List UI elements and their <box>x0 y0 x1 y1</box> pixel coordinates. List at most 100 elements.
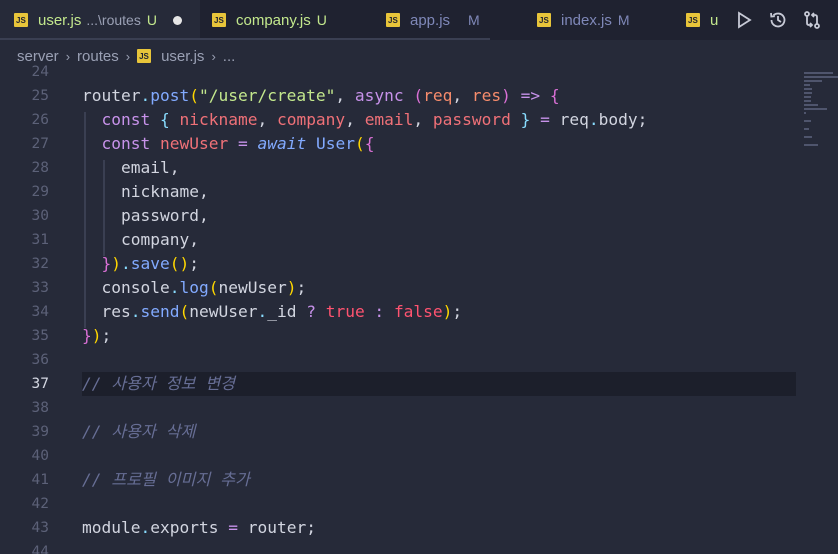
code-line[interactable]: 39 // 사용자 삭제 <box>0 420 838 444</box>
tab-description: ...\routes <box>86 12 141 28</box>
code-text: // 사용자 삭제 <box>82 420 195 444</box>
code-token: nickname, <box>82 182 209 201</box>
line-number: 30 <box>31 208 49 224</box>
code-token: req <box>423 86 453 105</box>
timeline-button[interactable] <box>764 6 792 34</box>
code-text: res.send(newUser._id ? true : false); <box>82 300 462 324</box>
code-token: . <box>140 518 151 537</box>
code-text: module.exports = router; <box>82 516 316 540</box>
code-token: newUser <box>159 134 229 153</box>
code-token: save <box>130 254 170 273</box>
line-number: 44 <box>31 544 49 554</box>
minimap-line <box>804 120 812 122</box>
code-token: true <box>325 302 365 321</box>
line-number: 34 <box>31 304 49 320</box>
line-number: 39 <box>31 424 49 440</box>
line-number: 28 <box>31 160 49 176</box>
code-token: nickname <box>179 110 258 129</box>
code-line[interactable]: 41 // 프로필 이미지 추가 <box>0 468 838 492</box>
code-token: = <box>218 518 248 537</box>
code-line[interactable]: 34 res.send(newUser._id ? true : false); <box>0 300 838 324</box>
code-line[interactable]: 36 <box>0 348 838 372</box>
code-text: }).save(); <box>82 252 199 276</box>
code-token: = <box>228 134 258 153</box>
code-line[interactable]: 31 company, <box>0 228 838 252</box>
minimap-line <box>804 128 810 130</box>
tab-company-js[interactable]: JS company.js U <box>212 0 372 40</box>
code-token: const <box>101 134 151 153</box>
line-number: 24 <box>31 64 49 80</box>
code-line[interactable]: 35}); <box>0 324 838 348</box>
code-token: async <box>354 86 404 105</box>
minimap-line <box>804 72 834 74</box>
code-line[interactable]: 32 }).save(); <box>0 252 838 276</box>
code-text: const newUser = await User({ <box>82 132 375 156</box>
code-token: ( <box>354 134 365 153</box>
line-number: 31 <box>31 232 49 248</box>
code-token: . <box>588 110 599 129</box>
tab-label: app.js <box>410 11 451 29</box>
code-token: ) <box>442 302 453 321</box>
code-line[interactable]: 30 password, <box>0 204 838 228</box>
minimap-line <box>804 136 812 138</box>
line-number: 32 <box>31 256 49 272</box>
code-token: , <box>335 86 355 105</box>
line-number: 43 <box>31 520 49 536</box>
minimap-line <box>804 92 812 94</box>
code-token: ; <box>452 302 463 321</box>
minimap[interactable] <box>800 68 838 168</box>
code-line[interactable]: 44 <box>0 540 838 554</box>
line-number: 38 <box>31 400 49 416</box>
tab-label: user.js <box>38 11 82 29</box>
code-token: router <box>82 86 141 105</box>
javascript-file-icon: JS <box>386 13 400 27</box>
code-line[interactable]: 42 <box>0 492 838 516</box>
minimap-line <box>804 80 822 82</box>
tab-u-truncated[interactable]: JS u <box>686 0 726 40</box>
minimap-line <box>804 100 812 102</box>
code-token: ; <box>189 254 199 273</box>
code-line[interactable]: 38 <box>0 396 838 420</box>
code-token: exports <box>150 518 219 537</box>
open-changes-button[interactable] <box>798 6 826 34</box>
code-line[interactable]: 33 console.log(newUser); <box>0 276 838 300</box>
tab-index-js[interactable]: JS index.js M <box>537 0 677 40</box>
code-token: } <box>82 326 92 345</box>
tab-git-status: M <box>468 12 480 28</box>
minimap-line <box>804 88 812 90</box>
run-icon <box>738 11 752 29</box>
code-line[interactable]: 27 const newUser = await User({ <box>0 132 838 156</box>
code-token: company <box>276 110 346 129</box>
code-editor[interactable]: 24 25 router.post("/user/create", async (r… <box>0 64 838 554</box>
line-number: 40 <box>31 448 49 464</box>
history-icon <box>770 12 786 28</box>
code-line[interactable]: 40 <box>0 444 838 468</box>
code-line[interactable]: 26 const { nickname, company, email, pas… <box>0 108 838 132</box>
tab-label: company.js <box>236 11 311 29</box>
code-token: ( <box>189 86 199 105</box>
code-line[interactable]: 24 <box>0 60 838 84</box>
code-token: () <box>169 254 190 273</box>
code-token: router <box>247 518 307 537</box>
unsaved-changes-dot-icon[interactable] <box>172 15 182 25</box>
code-token: "/user/create" <box>198 86 336 105</box>
tab-app-js[interactable]: JS app.js M <box>386 0 526 40</box>
code-token: post <box>150 86 190 105</box>
code-token: // 사용자 정보 변경 <box>82 374 235 393</box>
run-button[interactable] <box>730 6 758 34</box>
code-token: ) <box>286 278 297 297</box>
code-line[interactable]: 28 email, <box>0 156 838 180</box>
line-number: 36 <box>31 352 49 368</box>
code-token: const <box>101 110 151 129</box>
code-line[interactable]: 43 module.exports = router; <box>0 516 838 540</box>
code-line[interactable]: 25 router.post("/user/create", async (req… <box>0 84 838 108</box>
code-token: email <box>364 110 414 129</box>
code-token: ( <box>208 278 219 297</box>
code-line[interactable]: 37 // 사용자 정보 변경 <box>0 372 838 396</box>
code-line[interactable]: 29 nickname, <box>0 180 838 204</box>
editor-actions <box>724 0 838 40</box>
line-number: 35 <box>31 328 49 344</box>
tab-git-status: U <box>316 12 327 28</box>
tab-user-js[interactable]: JS user.js ...\routes U <box>0 0 200 40</box>
code-text: // 사용자 정보 변경 <box>82 372 235 396</box>
